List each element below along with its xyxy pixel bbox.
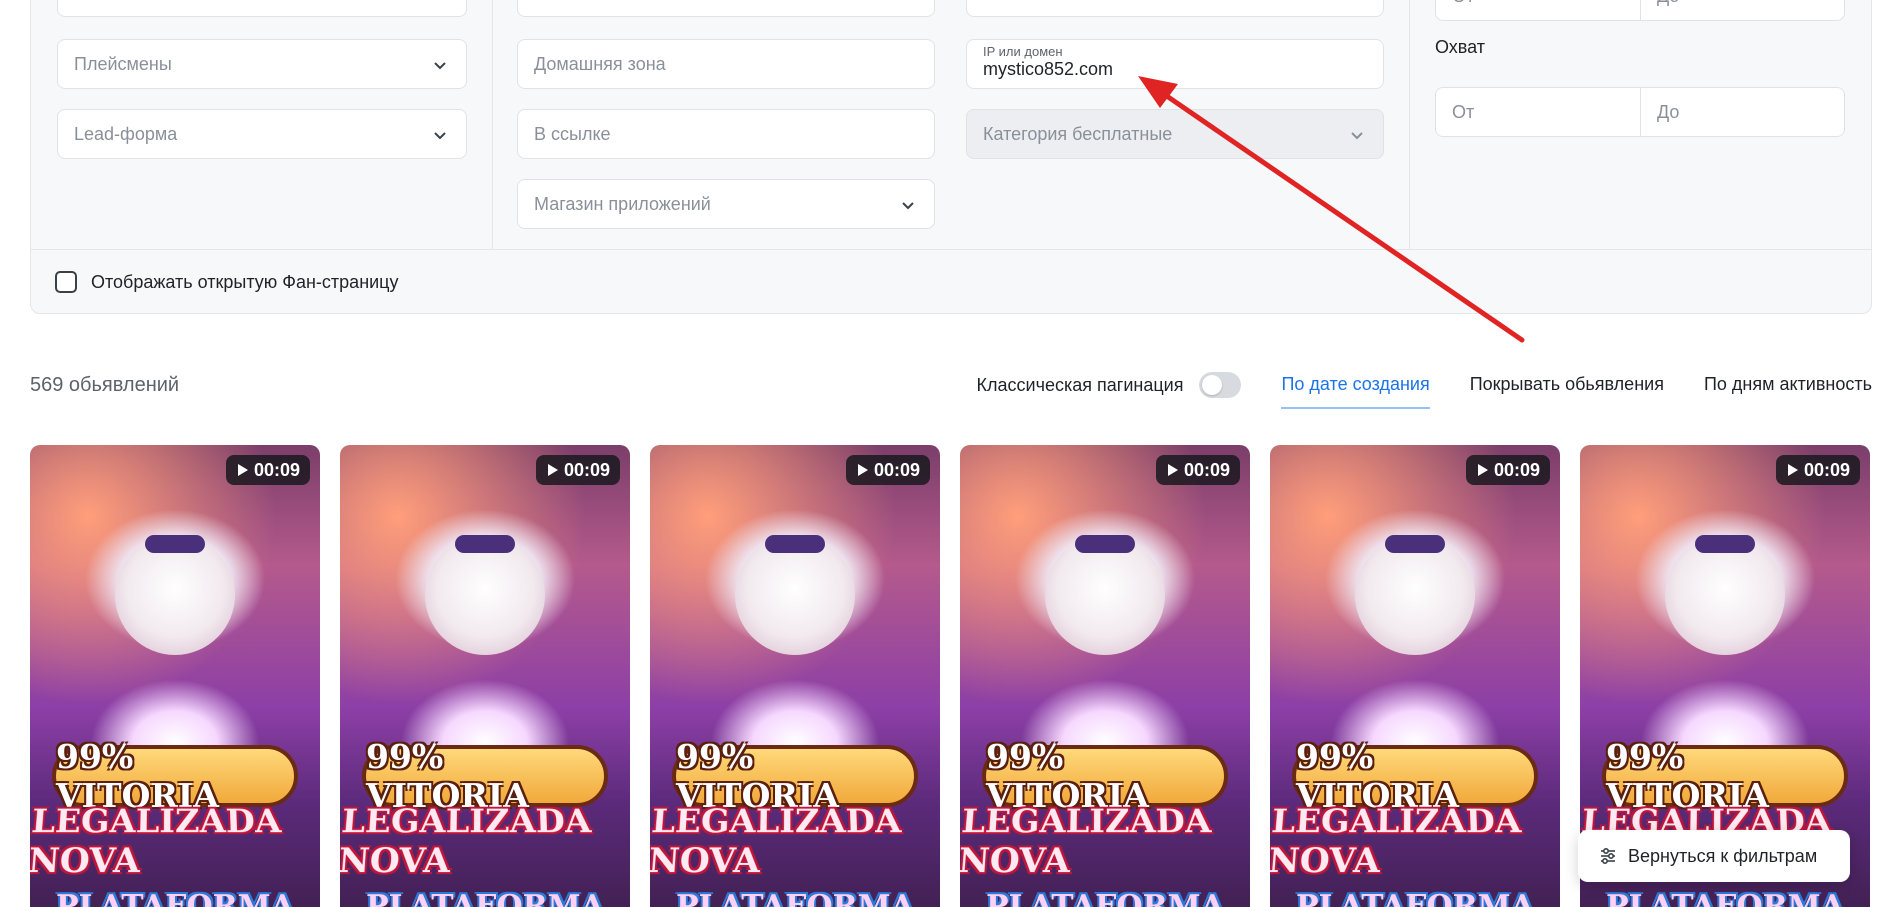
creative-headline-text: LEGALIZADA NOVA bbox=[340, 802, 593, 882]
creative-banner-text: 99% VITORIA bbox=[1292, 737, 1538, 815]
back-to-filters-button[interactable]: Вернуться к фильтрам bbox=[1578, 830, 1850, 882]
show-fanpage-checkbox[interactable] bbox=[55, 271, 77, 293]
play-icon bbox=[857, 464, 868, 476]
panel-divider bbox=[31, 249, 1871, 250]
ad-creative-image bbox=[425, 535, 545, 655]
chevron-down-icon bbox=[1351, 132, 1363, 140]
ad-creative-image bbox=[1355, 535, 1475, 655]
creative-subline-text: PLATAFORMA bbox=[985, 889, 1225, 907]
ad-card[interactable]: 00:09 99% VITORIA LEGALIZADA NOVA PLATAF… bbox=[960, 445, 1250, 907]
ip-domain-value: mystico852.com bbox=[983, 59, 1114, 79]
duration-text: 00:09 bbox=[1803, 459, 1850, 480]
ad-card[interactable]: 00:09 99% VITORIA LEGALIZADA NOVA PLATAF… bbox=[1270, 445, 1560, 907]
play-icon bbox=[1477, 464, 1488, 476]
reach-label: Охват bbox=[1435, 37, 1486, 57]
range-input-top: От До bbox=[1435, 0, 1845, 21]
chevron-down-icon bbox=[434, 132, 446, 140]
creative-subline-text: PLATAFORMA bbox=[675, 889, 915, 907]
video-duration-badge: 00:09 bbox=[1155, 455, 1240, 485]
placements-placeholder: Плейсмены bbox=[74, 53, 172, 74]
ads-count: 569 обьявлений bbox=[30, 374, 180, 396]
cropped-field[interactable] bbox=[517, 0, 935, 17]
range-from-input[interactable]: От bbox=[1436, 0, 1640, 20]
creative-banner-text: 99% VITORIA bbox=[672, 737, 918, 815]
show-fanpage-row[interactable]: Отображать открытую Фан-страницу bbox=[55, 271, 399, 293]
chevron-down-icon bbox=[902, 202, 914, 210]
filter-panel: Плейсмены Lead-форма Домашняя зона В ссы… bbox=[30, 0, 1872, 314]
ad-card[interactable]: 00:09 99% VITORIA LEGALIZADA NOVA PLATAF… bbox=[340, 445, 630, 907]
app-store-select[interactable]: Магазин приложений bbox=[517, 179, 935, 229]
tab-cover-ads[interactable]: Покрывать обьявления bbox=[1470, 374, 1664, 397]
range-to-placeholder: До bbox=[1657, 0, 1679, 7]
reach-range: От До bbox=[1435, 87, 1845, 137]
play-icon bbox=[237, 464, 248, 476]
duration-text: 00:09 bbox=[1493, 459, 1540, 480]
sort-toolbar: Классическая пагинация По дате создания … bbox=[977, 372, 1872, 409]
play-icon bbox=[1167, 464, 1178, 476]
tab-by-days-active[interactable]: По дням активность bbox=[1704, 374, 1872, 397]
sliders-icon bbox=[1601, 847, 1615, 865]
video-duration-badge: 00:09 bbox=[1465, 455, 1550, 485]
cropped-field[interactable] bbox=[966, 0, 1384, 17]
creative-subline-text: PLATAFORMA bbox=[1295, 889, 1535, 907]
app-store-placeholder: Магазин приложений bbox=[534, 193, 711, 214]
play-icon bbox=[1787, 464, 1798, 476]
ad-creative-image bbox=[115, 535, 235, 655]
creative-banner-text: 99% VITORIA bbox=[982, 737, 1228, 815]
classic-pagination-toggle-row[interactable]: Классическая пагинация bbox=[977, 372, 1242, 398]
creative-headline-text: LEGALIZADA NOVA bbox=[650, 802, 903, 882]
in-link-placeholder: В ссылке bbox=[534, 123, 611, 144]
duration-text: 00:09 bbox=[1183, 459, 1230, 480]
play-icon bbox=[547, 464, 558, 476]
in-link-input[interactable]: В ссылке bbox=[517, 109, 935, 159]
ad-creative-image bbox=[1045, 535, 1165, 655]
range-from-placeholder: От bbox=[1452, 0, 1474, 7]
creative-headline-text: LEGALIZADA NOVA bbox=[960, 802, 1213, 882]
creative-banner-text: 99% VITORIA bbox=[362, 737, 608, 815]
reach-to-placeholder: До bbox=[1657, 101, 1680, 122]
duration-text: 00:09 bbox=[253, 459, 300, 480]
column-divider bbox=[492, 0, 493, 249]
placements-select[interactable]: Плейсмены bbox=[57, 39, 467, 89]
creative-banner-text: 99% VITORIA bbox=[52, 737, 298, 815]
reach-from-placeholder: От bbox=[1452, 101, 1475, 122]
lead-form-placeholder: Lead-форма bbox=[74, 123, 178, 144]
tab-sort-by-creation-date[interactable]: По дате создания bbox=[1281, 374, 1430, 409]
video-duration-badge: 00:09 bbox=[225, 455, 310, 485]
classic-pagination-label: Классическая пагинация bbox=[976, 374, 1184, 395]
creative-headline-text: LEGALIZADA NOVA bbox=[30, 802, 283, 882]
chevron-down-icon bbox=[434, 62, 446, 70]
column-divider bbox=[1409, 0, 1410, 249]
range-to-input[interactable]: До bbox=[1641, 0, 1845, 20]
creative-headline-text: LEGALIZADA NOVA bbox=[1270, 802, 1523, 882]
creative-subline-text: PLATAFORMA bbox=[55, 889, 295, 907]
category-select[interactable]: Категория бесплатные bbox=[966, 109, 1384, 159]
creative-subline-text: PLATAFORMA bbox=[365, 889, 605, 907]
classic-pagination-toggle[interactable] bbox=[1199, 372, 1242, 398]
ad-creative-image bbox=[735, 535, 855, 655]
ip-domain-label: IP или домен bbox=[983, 44, 1063, 59]
home-zone-input[interactable]: Домашняя зона bbox=[517, 39, 935, 89]
back-to-filters-label: Вернуться к фильтрам bbox=[1628, 845, 1818, 866]
ad-card[interactable]: 00:09 99% VITORIA LEGALIZADA NOVA PLATAF… bbox=[30, 445, 320, 907]
duration-text: 00:09 bbox=[873, 459, 920, 480]
duration-text: 00:09 bbox=[563, 459, 610, 480]
show-fanpage-label: Отображать открытую Фан-страницу bbox=[91, 271, 399, 292]
home-zone-placeholder: Домашняя зона bbox=[534, 53, 666, 74]
creative-subline-text: PLATAFORMA bbox=[1605, 889, 1845, 907]
lead-form-select[interactable]: Lead-форма bbox=[57, 109, 467, 159]
video-duration-badge: 00:09 bbox=[845, 455, 930, 485]
reach-to-input[interactable]: До bbox=[1641, 88, 1845, 136]
reach-from-input[interactable]: От bbox=[1436, 88, 1640, 136]
ad-creative-image bbox=[1665, 535, 1785, 655]
category-placeholder: Категория бесплатные bbox=[983, 123, 1173, 144]
video-duration-badge: 00:09 bbox=[1775, 455, 1860, 485]
toggle-knob bbox=[1202, 375, 1223, 395]
video-duration-badge: 00:09 bbox=[535, 455, 620, 485]
cropped-field[interactable] bbox=[57, 0, 467, 17]
creative-banner-text: 99% VITORIA bbox=[1602, 737, 1848, 815]
ad-card[interactable]: 00:09 99% VITORIA LEGALIZADA NOVA PLATAF… bbox=[650, 445, 940, 907]
ip-domain-input[interactable]: IP или домен mystico852.com bbox=[966, 39, 1384, 89]
